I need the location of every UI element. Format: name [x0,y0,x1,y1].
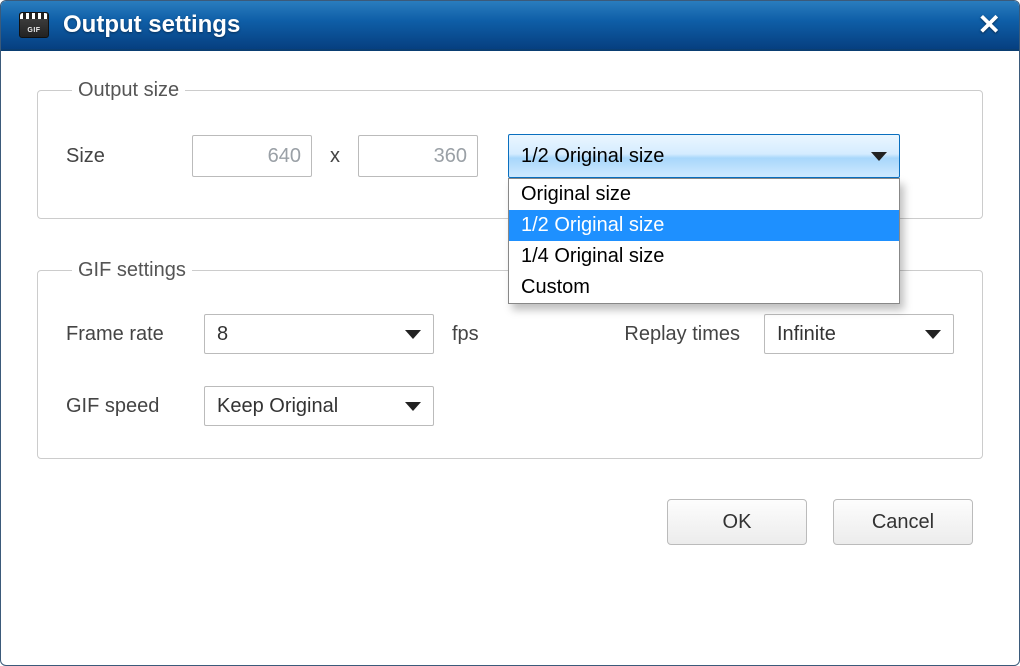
gif-speed-value: Keep Original [217,395,338,418]
ok-button[interactable]: OK [667,499,807,545]
gif-speed-dropdown[interactable]: Keep Original [204,386,434,426]
chevron-down-icon [405,402,421,411]
size-preset-list: Original size 1/2 Original size 1/4 Orig… [508,178,900,304]
frame-rate-label: Frame rate [66,323,186,346]
size-preset-dropdown[interactable]: 1/2 Original size Original size 1/2 Orig… [508,134,900,178]
size-preset-value: 1/2 Original size [521,145,664,168]
chevron-down-icon [925,330,941,339]
replay-times-dropdown[interactable]: Infinite [764,314,954,354]
replay-times-value: Infinite [777,323,836,346]
close-icon[interactable]: ✕ [978,11,1001,39]
frame-rate-value: 8 [217,323,228,346]
gif-speed-label: GIF speed [66,395,186,418]
dialog-buttons: OK Cancel [37,499,983,545]
replay-times-label: Replay times [624,323,740,346]
height-input[interactable] [358,135,478,177]
gif-settings-legend: GIF settings [72,259,192,282]
titlebar: Output settings ✕ [1,1,1019,51]
cancel-button[interactable]: Cancel [833,499,973,545]
size-preset-option[interactable]: Original size [509,179,899,210]
size-preset-option[interactable]: 1/2 Original size [509,210,899,241]
window-title: Output settings [63,11,240,39]
output-settings-window: Output settings ✕ Output size Size x 1/2… [0,0,1020,666]
size-label: Size [66,145,176,168]
gif-app-icon [19,12,49,38]
output-size-group: Output size Size x 1/2 Original size Ori… [37,79,983,219]
size-preset-button[interactable]: 1/2 Original size [508,134,900,178]
size-preset-option[interactable]: 1/4 Original size [509,241,899,272]
size-preset-option[interactable]: Custom [509,272,899,303]
frame-rate-dropdown[interactable]: 8 [204,314,434,354]
client-area: Output size Size x 1/2 Original size Ori… [1,51,1019,565]
chevron-down-icon [405,330,421,339]
output-size-legend: Output size [72,79,185,102]
width-input[interactable] [192,135,312,177]
chevron-down-icon [871,152,887,161]
size-separator: x [328,145,342,168]
fps-unit: fps [452,323,479,346]
